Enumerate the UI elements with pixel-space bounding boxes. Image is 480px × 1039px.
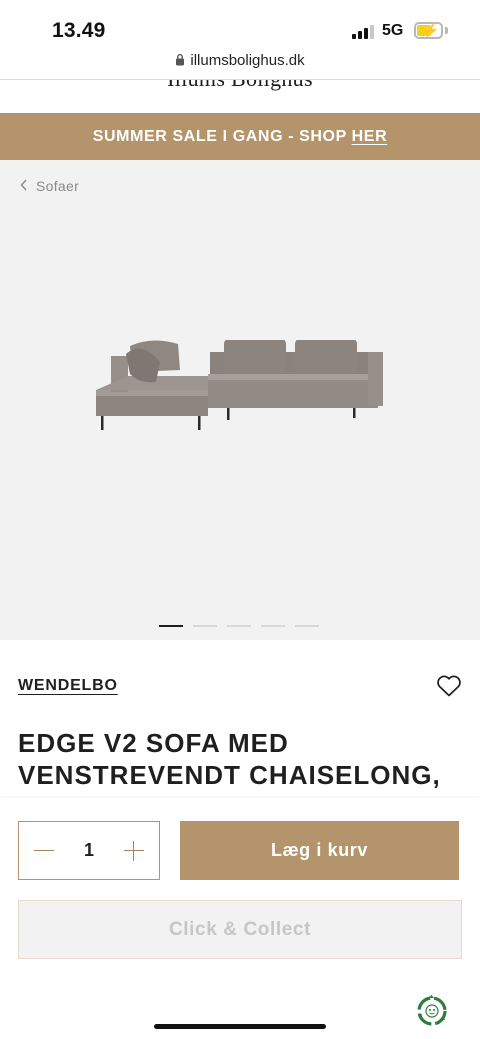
click-collect-button[interactable]: Click & Collect bbox=[18, 900, 462, 959]
home-indicator[interactable] bbox=[154, 1024, 326, 1029]
gallery-dot[interactable] bbox=[193, 625, 217, 627]
gallery-dot[interactable] bbox=[227, 625, 251, 627]
url-bar[interactable]: illumsbolighus.dk bbox=[0, 50, 480, 79]
url-text: illumsbolighus.dk bbox=[190, 52, 305, 69]
promo-text: SUMMER SALE I GANG - SHOP bbox=[92, 128, 352, 145]
minus-icon[interactable] bbox=[33, 840, 55, 862]
product-title-wrap: EDGE V2 SOFA MED VENSTREVENDT CHAISELONG… bbox=[18, 727, 468, 797]
network-label: 5G bbox=[382, 22, 404, 39]
battery-tip bbox=[445, 27, 448, 34]
chevron-left-icon bbox=[20, 178, 28, 194]
heart-icon[interactable] bbox=[436, 674, 462, 698]
brand-link[interactable]: WENDELBO bbox=[18, 677, 118, 695]
signal-icon bbox=[352, 24, 374, 39]
breadcrumb[interactable]: Sofaer bbox=[20, 178, 79, 194]
promo-banner: SUMMER SALE I GANG - SHOP HER bbox=[0, 113, 480, 160]
recycle-icon[interactable] bbox=[415, 994, 449, 1028]
gallery-pagination[interactable] bbox=[159, 625, 319, 627]
battery-icon: ⚡ bbox=[414, 22, 443, 39]
gallery-dot[interactable] bbox=[261, 625, 285, 627]
quantity-value[interactable]: 1 bbox=[84, 840, 94, 861]
add-to-cart-button[interactable]: Læg i kurv bbox=[180, 821, 459, 880]
status-time: 13.49 bbox=[52, 19, 106, 42]
purchase-bar: 1 Læg i kurv Click & Collect bbox=[0, 798, 480, 1039]
gallery-dot[interactable] bbox=[295, 625, 319, 627]
status-bar: 13.49 5G ⚡ bbox=[0, 0, 480, 52]
product-gallery[interactable]: Sofaer bbox=[0, 160, 480, 640]
gallery-dot[interactable] bbox=[159, 625, 183, 627]
product-title: EDGE V2 SOFA MED VENSTREVENDT CHAISELONG… bbox=[18, 728, 441, 797]
plus-icon[interactable] bbox=[123, 840, 145, 862]
sofa-image bbox=[96, 340, 383, 430]
url-divider bbox=[0, 79, 480, 80]
quantity-stepper: 1 bbox=[18, 821, 160, 880]
lock-icon bbox=[175, 53, 185, 70]
breadcrumb-label: Sofaer bbox=[36, 178, 80, 194]
promo-link[interactable]: HER bbox=[352, 128, 388, 145]
